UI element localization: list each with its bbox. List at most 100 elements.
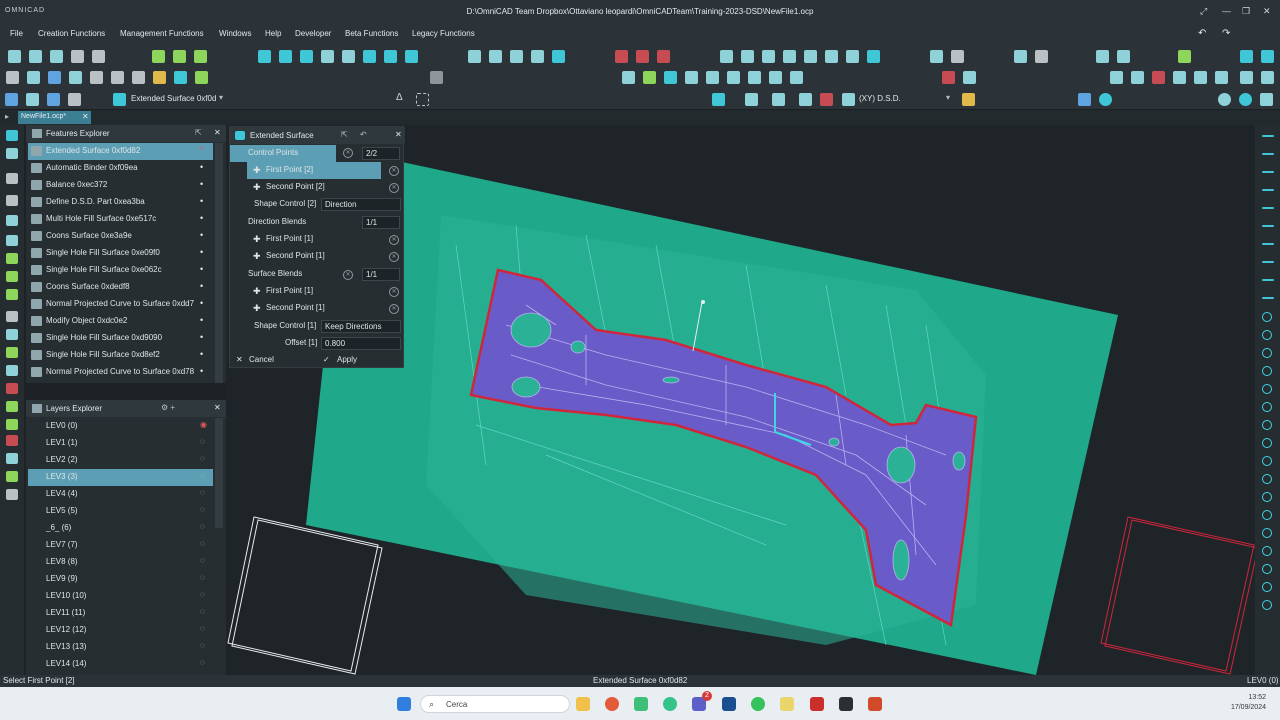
circle-tool-icon[interactable] [1262, 492, 1272, 502]
tool-icon[interactable] [1261, 50, 1274, 63]
color-swatch[interactable] [712, 93, 725, 106]
tool-icon[interactable] [769, 71, 782, 84]
tool-icon[interactable] [6, 435, 18, 446]
feature-item[interactable]: Multi Hole Fill Surface 0xe517c • [28, 211, 213, 228]
feature-item[interactable]: Single Hole Fill Surface 0xd8ef2 • [28, 347, 213, 364]
tool-icon[interactable] [6, 271, 18, 282]
tool-icon[interactable] [1261, 71, 1274, 84]
tool-icon[interactable] [1215, 71, 1228, 84]
feature-item[interactable]: Define D.S.D. Part 0xea3ba • [28, 194, 213, 211]
shape-control-2-select[interactable]: Direction [321, 198, 401, 211]
edit-tool-icon[interactable] [468, 50, 481, 63]
tool-icon[interactable] [6, 235, 18, 246]
direction-blends-count[interactable]: 1/1 [362, 216, 400, 229]
pin-icon[interactable]: ⇱ [341, 130, 348, 139]
chevron-down-icon[interactable]: ▾ [219, 93, 223, 102]
tool-icon[interactable] [772, 93, 785, 106]
direction-blends-section[interactable]: Direction Blends 1/1 [230, 214, 403, 231]
layer-tools-icon[interactable]: ⚙ + [161, 403, 175, 412]
tool-icon[interactable] [762, 50, 775, 63]
menu-creation-functions[interactable]: Creation Functions [38, 29, 105, 38]
chevron-down-icon[interactable]: ▾ [946, 93, 950, 102]
close-panel-icon[interactable]: ✕ [214, 128, 221, 137]
tool-icon[interactable] [1131, 71, 1144, 84]
db-first-point-row[interactable]: ✚ First Point [1] [230, 231, 403, 248]
close-tab-icon[interactable]: ✕ [82, 112, 89, 121]
clear-icon[interactable]: ✕ [343, 270, 353, 280]
clear-icon[interactable]: ✕ [389, 166, 399, 176]
feature-item[interactable]: Extended Surface 0xf0d82 * [28, 143, 213, 160]
curve-tool-icon[interactable] [173, 50, 186, 63]
control-points-section[interactable]: Control Points [230, 145, 336, 162]
circle-tool-icon[interactable] [1262, 402, 1272, 412]
surface-tool-icon[interactable] [300, 50, 313, 63]
tool-icon[interactable] [6, 195, 18, 206]
view-icon[interactable] [1260, 93, 1273, 106]
clear-icon[interactable]: ✕ [389, 183, 399, 193]
tool-icon[interactable] [111, 71, 124, 84]
tool-icon[interactable] [820, 93, 833, 106]
clear-icon[interactable]: ✕ [389, 252, 399, 262]
layer-item[interactable]: LEV1 (1) ◌ [28, 435, 213, 452]
feature-item[interactable]: Coons Surface 0xdedf8 • [28, 279, 213, 296]
eye-icon[interactable]: ◌ [200, 522, 205, 531]
feature-item[interactable]: Automatic Binder 0xf09ea • [28, 160, 213, 177]
layer-item[interactable]: LEV5 (5) ◌ [28, 503, 213, 520]
layer-item[interactable]: LEV11 (11) ◌ [28, 605, 213, 622]
line-tool-icon[interactable] [1262, 261, 1274, 263]
save-file-icon[interactable] [48, 71, 61, 84]
view-icon[interactable] [1218, 93, 1231, 106]
line-tool-icon[interactable] [1262, 171, 1274, 173]
circle-tool-icon[interactable] [1262, 312, 1272, 322]
feature-item[interactable]: Single Hole Fill Surface 0xd9090 • [28, 330, 213, 347]
edit-tool-icon[interactable] [531, 50, 544, 63]
zoom-icon[interactable] [6, 311, 18, 322]
close-dialog-icon[interactable]: ✕ [395, 130, 402, 139]
tool-icon[interactable] [1173, 71, 1186, 84]
curve-tool-icon[interactable] [194, 50, 207, 63]
delta-icon[interactable]: Δ [396, 92, 403, 103]
feature-item[interactable]: Modify Object 0xdc0e2 • [28, 313, 213, 330]
curve-tool-icon[interactable] [152, 50, 165, 63]
redo-icon[interactable]: ↷ [1222, 28, 1230, 39]
cancel-button[interactable]: Cancel [249, 355, 274, 364]
circle-tool-icon[interactable] [1262, 366, 1272, 376]
box-select-icon[interactable] [416, 93, 429, 106]
tool-icon[interactable] [1194, 71, 1207, 84]
snap-icon[interactable] [962, 93, 975, 106]
tool-icon[interactable] [1178, 50, 1191, 63]
layer-item[interactable]: LEV8 (8) ◌ [28, 554, 213, 571]
eye-icon[interactable]: ◌ [200, 539, 205, 548]
tool-icon[interactable] [6, 365, 18, 376]
tool-icon[interactable] [26, 93, 39, 106]
feature-item[interactable]: Balance 0xec372 • [28, 177, 213, 194]
layer-item[interactable]: LEV14 (14) ◌ [28, 656, 213, 673]
tool-icon[interactable] [1035, 50, 1048, 63]
surface-tool-icon[interactable] [363, 50, 376, 63]
control-points-count[interactable]: 2/2 [362, 147, 400, 160]
tool-icon[interactable] [47, 93, 60, 106]
file-explorer-icon[interactable] [576, 697, 590, 711]
tool-icon[interactable] [825, 50, 838, 63]
tool-icon[interactable] [741, 50, 754, 63]
menu-beta-functions[interactable]: Beta Functions [345, 29, 398, 38]
notes-icon[interactable] [780, 697, 794, 711]
tool-icon[interactable] [153, 71, 166, 84]
eye-icon[interactable]: ◌ [200, 488, 205, 497]
circle-tool-icon[interactable] [1262, 456, 1272, 466]
eye-icon[interactable]: ◌ [200, 471, 205, 480]
tool-icon[interactable] [6, 289, 18, 300]
layer-item[interactable]: LEV12 (12) ◌ [28, 622, 213, 639]
tool-icon[interactable] [6, 148, 18, 159]
tool-icon[interactable] [622, 71, 635, 84]
tool-icon[interactable] [643, 71, 656, 84]
layer-item[interactable]: LEV7 (7) ◌ [28, 537, 213, 554]
tool-icon[interactable] [1240, 71, 1253, 84]
layer-item[interactable]: _6_ (6) ◌ [28, 520, 213, 537]
feature-item[interactable]: Coons Surface 0xe3a9e • [28, 228, 213, 245]
eye-icon[interactable]: ◌ [200, 641, 205, 650]
menu-help[interactable]: Help [265, 29, 281, 38]
line-tool-icon[interactable] [1262, 225, 1274, 227]
clear-icon[interactable]: ✕ [389, 304, 399, 314]
whatsapp-icon[interactable] [751, 697, 765, 711]
